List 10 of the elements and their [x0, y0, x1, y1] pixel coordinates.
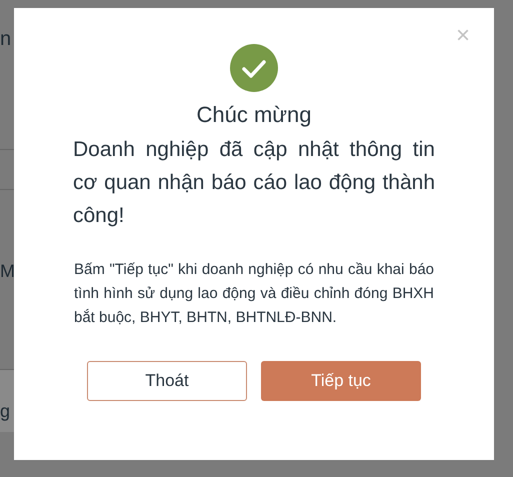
- exit-button[interactable]: Thoát: [87, 361, 247, 401]
- continue-button[interactable]: Tiếp tục: [261, 361, 421, 401]
- close-button[interactable]: ×: [456, 24, 470, 48]
- background-text: n: [0, 27, 12, 52]
- background-text: g: [0, 400, 12, 423]
- dialog-title: Chúc mừng: [196, 101, 312, 129]
- dialog-note: Bấm "Tiếp tục" khi doanh nghiệp có nhu cầu khai báo tình hình sử dụng lao động và điều chỉnh đóng BHXH bắt buộc, BHYT, BHTN, BHTNLĐ-BNN.: [74, 260, 434, 328]
- background-text: M: [0, 260, 14, 283]
- check-icon: [230, 44, 278, 92]
- dialog-message: Doanh nghiệp đã cập nhật thông tin cơ quan nhận báo cáo lao động thành công!: [73, 137, 435, 229]
